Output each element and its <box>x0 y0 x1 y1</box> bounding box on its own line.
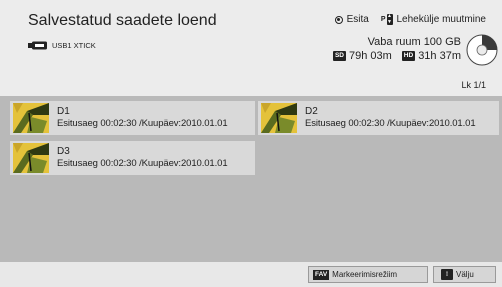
recording-name: D3 <box>57 146 70 157</box>
exit-button[interactable]: ▯ Välju <box>433 266 496 283</box>
recorded-programs-screen: Salvestatud saadete loend USB1 XTICK Esi… <box>0 0 502 287</box>
radio-dot-icon <box>334 15 343 24</box>
recording-item[interactable]: D1 Esitusaeg 00:02:30 /Kuupäev:2010.01.0… <box>10 101 255 135</box>
hd-time: 31h 37m <box>418 50 461 62</box>
exit-label: Välju <box>456 270 474 279</box>
butterfly-thumbnail-icon <box>261 103 297 133</box>
page-title: Salvestatud saadete loend <box>28 12 217 29</box>
butterfly-thumbnail-icon <box>13 143 49 173</box>
header-panel: Salvestatud saadete loend USB1 XTICK Esi… <box>0 0 502 96</box>
recording-meta: Esitusaeg 00:02:30 /Kuupäev:2010.01.01 <box>57 118 228 129</box>
legend-play-label: Esita <box>346 14 369 25</box>
usb-stick-icon <box>28 41 47 49</box>
remaining-time: SD 79h 03m HD 31h 37m <box>332 50 461 62</box>
recording-item[interactable]: D2 Esitusaeg 00:02:30 /Kuupäev:2010.01.0… <box>258 101 499 135</box>
recording-name: D1 <box>57 106 70 117</box>
sd-time: 79h 03m <box>348 50 392 62</box>
sd-badge: SD <box>332 51 346 61</box>
exit-icon: ▯ <box>441 269 453 280</box>
usb-label: USB1 XTICK <box>52 40 96 50</box>
disk-usage-icon <box>466 34 498 66</box>
butterfly-thumbnail-icon <box>13 103 49 133</box>
recording-meta: Esitusaeg 00:02:30 /Kuupäev:2010.01.01 <box>305 118 476 129</box>
recordings-grid: D1 Esitusaeg 00:02:30 /Kuupäev:2010.01.0… <box>10 101 499 261</box>
free-space: Vaba ruum 100 GB <box>367 36 461 48</box>
mark-mode-label: Markeerimisrežiim <box>332 270 398 279</box>
recording-meta: Esitusaeg 00:02:30 /Kuupäev:2010.01.01 <box>57 158 228 169</box>
page-change-icon: P ▲ ▼ <box>380 13 393 25</box>
recording-item[interactable]: D3 Esitusaeg 00:02:30 /Kuupäev:2010.01.0… <box>10 141 255 175</box>
hd-badge: HD <box>401 51 416 61</box>
legend-page-change: P ▲ ▼ Lehekülje muutmine <box>380 13 487 25</box>
mark-mode-button[interactable]: FAV Markeerimisrežiim <box>308 266 428 283</box>
legend-page-change-label: Lehekülje muutmine <box>396 14 487 25</box>
key-legend: Esita P ▲ ▼ Lehekülje muutmine <box>334 13 487 25</box>
page-indicator: Lk 1/1 <box>461 80 486 90</box>
recording-name: D2 <box>305 106 318 117</box>
fav-badge: FAV <box>313 269 330 280</box>
usb-source: USB1 XTICK <box>28 39 96 51</box>
legend-play: Esita <box>334 14 369 25</box>
footer-bar: FAV Markeerimisrežiim ▯ Välju <box>0 262 502 287</box>
